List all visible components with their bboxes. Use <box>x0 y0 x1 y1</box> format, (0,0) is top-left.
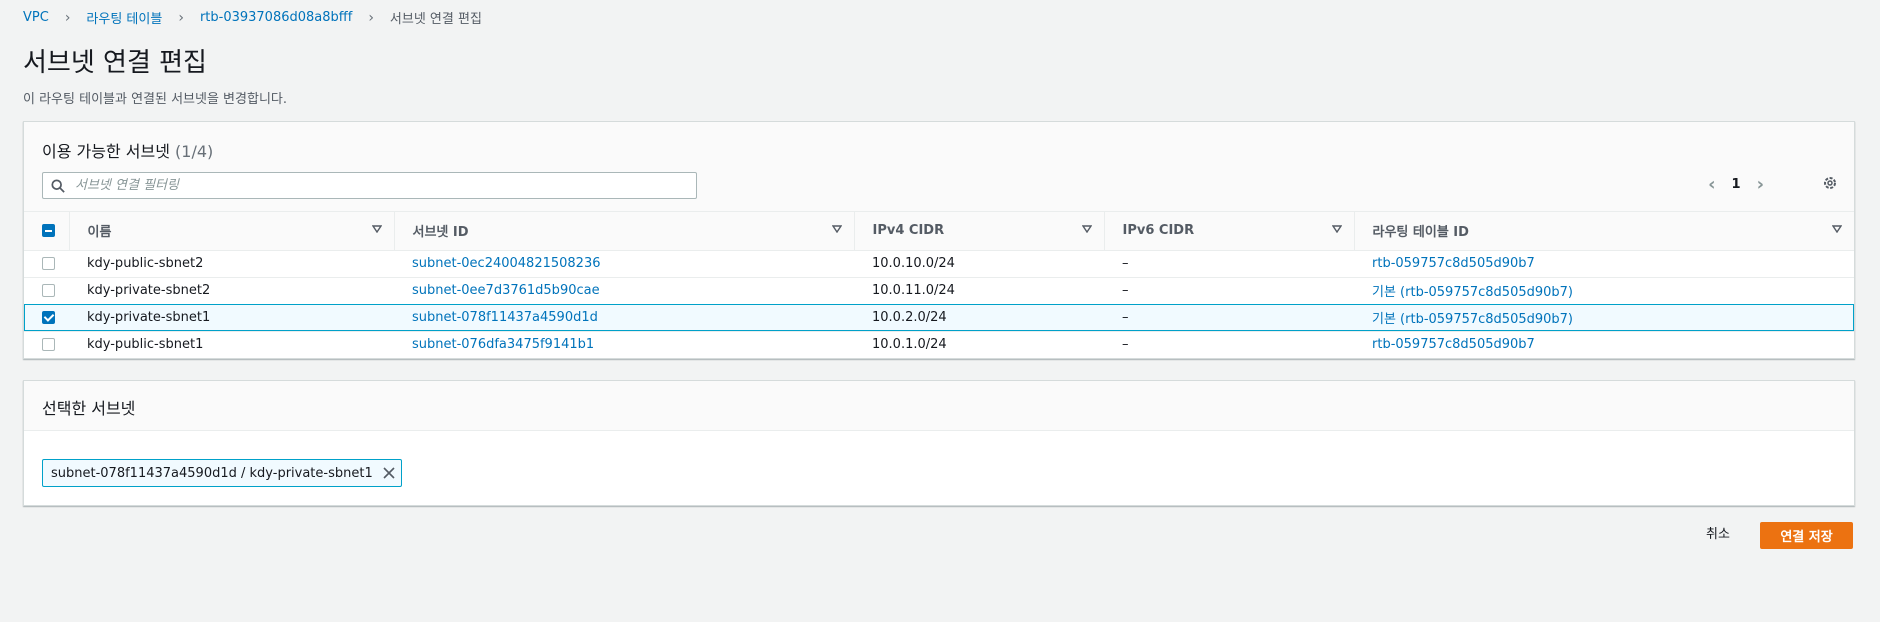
column-name[interactable]: 이름 <box>68 212 394 250</box>
save-associations-button[interactable]: 연결 저장 <box>1760 522 1853 549</box>
page-number[interactable]: 1 <box>1732 177 1741 192</box>
row-select-cell <box>24 277 69 304</box>
table-header-row: 이름 서브넷 ID IPv4 CIDR IPv6 CIDR 라우팅 테이블 ID <box>24 212 1854 250</box>
breadcrumb: VPC › 라우팅 테이블 › rtb-03937086d08a8bfff › … <box>23 8 482 28</box>
search-icon <box>51 178 65 193</box>
cell-subnet-id: subnet-076dfa3475f9141b1 <box>394 331 854 358</box>
cell-subnet-id: subnet-0ee7d3761d5b90cae <box>394 277 854 304</box>
column-subnet-id-label: 서브넷 ID <box>412 225 469 241</box>
sort-caret-icon[interactable] <box>1331 225 1342 233</box>
cell-ipv6: – <box>1122 337 1129 353</box>
row-checkbox[interactable] <box>42 338 55 352</box>
selected-subnets-title: 선택한 서브넷 <box>42 399 136 418</box>
breadcrumb-current: 서브넷 연결 편집 <box>389 12 482 27</box>
header-select-all[interactable] <box>24 212 69 250</box>
page-description: 이 라우팅 테이블과 연결된 서브넷을 변경합니다. <box>23 92 287 107</box>
pagination: ‹ 1 › <box>1708 174 1764 195</box>
row-checkbox[interactable] <box>42 311 55 324</box>
route-table-link[interactable]: rtb-059757c8d505d90b7 <box>1372 256 1535 271</box>
cell-route-table: rtb-059757c8d505d90b7 <box>1354 250 1854 277</box>
table-row[interactable]: kdy-private-sbnet2 subnet-0ee7d3761d5b90… <box>24 277 1854 304</box>
selected-subnet-token: subnet-078f11437a4590d1d / kdy-private-s… <box>42 459 402 487</box>
sort-caret-icon[interactable] <box>831 225 842 233</box>
cell-route-table: 기본 (rtb-059757c8d505d90b7) <box>1354 304 1854 331</box>
close-icon[interactable] <box>383 467 395 479</box>
cell-ipv4: 10.0.1.0/24 <box>872 337 947 353</box>
cell-ipv4: 10.0.11.0/24 <box>872 283 955 298</box>
cell-name: kdy-public-sbnet1 <box>87 337 204 353</box>
cell-ipv6: – <box>1122 310 1129 325</box>
sort-caret-icon[interactable] <box>1081 225 1092 233</box>
select-all-checkbox[interactable] <box>42 224 55 238</box>
available-subnets-header: 이용 가능한 서브넷 (1/4) ‹ 1 › <box>24 122 1854 212</box>
column-ipv4-label: IPv4 CIDR <box>872 223 945 239</box>
selected-subnets-panel: 선택한 서브넷 subnet-078f11437a4590d1d / kdy-p… <box>23 380 1855 506</box>
breadcrumb-route-table-id[interactable]: rtb-03937086d08a8bfff <box>200 10 352 25</box>
available-subnets-title: 이용 가능한 서브넷 (1/4) <box>42 138 213 162</box>
table-row[interactable]: kdy-public-sbnet2 subnet-0ec240048215082… <box>24 250 1854 277</box>
column-name-label: 이름 <box>87 225 112 241</box>
gear-icon[interactable] <box>1822 175 1838 191</box>
row-select-cell <box>24 250 69 277</box>
sort-caret-icon[interactable] <box>371 225 382 233</box>
chevron-right-icon: › <box>368 9 374 26</box>
column-ipv4-cidr[interactable]: IPv4 CIDR <box>853 212 1104 250</box>
cancel-button[interactable]: 취소 <box>1700 522 1736 543</box>
cell-ipv4: 10.0.10.0/24 <box>872 256 955 271</box>
cell-ipv4: 10.0.2.0/24 <box>872 310 947 325</box>
cell-route-table: rtb-059757c8d505d90b7 <box>1354 331 1854 358</box>
page-title: 서브넷 연결 편집 <box>23 48 207 78</box>
subnets-table: 이름 서브넷 ID IPv4 CIDR IPv6 CIDR 라우팅 테이블 ID <box>24 212 1854 358</box>
column-ipv6-cidr[interactable]: IPv6 CIDR <box>1103 212 1354 250</box>
available-subnets-panel: 이용 가능한 서브넷 (1/4) ‹ 1 › <box>23 121 1855 359</box>
column-route-table-id[interactable]: 라우팅 테이블 ID <box>1353 212 1854 250</box>
cell-subnet-id: subnet-078f11437a4590d1d <box>394 304 854 331</box>
chevron-left-icon[interactable]: ‹ <box>1708 174 1715 195</box>
row-checkbox[interactable] <box>42 257 55 270</box>
row-checkbox[interactable] <box>42 284 55 297</box>
table-row[interactable]: kdy-public-sbnet1 subnet-076dfa3475f9141… <box>24 331 1854 358</box>
route-table-link[interactable]: 기본 (rtb-059757c8d505d90b7) <box>1372 312 1573 327</box>
route-table-link[interactable]: 기본 (rtb-059757c8d505d90b7) <box>1372 285 1573 300</box>
selected-subnets-header: 선택한 서브넷 <box>24 381 1854 431</box>
row-select-cell <box>24 304 69 331</box>
row-select-cell <box>24 331 69 358</box>
subnet-id-link[interactable]: subnet-0ee7d3761d5b90cae <box>412 283 600 298</box>
available-subnets-title-text: 이용 가능한 서브넷 <box>42 142 170 161</box>
breadcrumb-vpc[interactable]: VPC <box>23 10 49 25</box>
cell-name: kdy-private-sbnet2 <box>87 283 211 298</box>
chevron-right-icon: › <box>64 9 71 26</box>
subnet-id-link[interactable]: subnet-0ec24004821508236 <box>412 256 601 271</box>
column-subnet-id[interactable]: 서브넷 ID <box>393 212 854 250</box>
cell-ipv6: – <box>1122 283 1129 298</box>
cell-ipv6: – <box>1122 256 1129 271</box>
table-row[interactable]: kdy-private-sbnet1 subnet-078f11437a4590… <box>24 304 1854 331</box>
subnet-id-link[interactable]: subnet-078f11437a4590d1d <box>412 310 598 325</box>
cell-name: kdy-public-sbnet2 <box>87 256 204 271</box>
search-box <box>42 172 697 199</box>
search-input[interactable] <box>73 177 673 194</box>
selected-subnet-token-label: subnet-078f11437a4590d1d / kdy-private-s… <box>51 465 373 481</box>
chevron-right-icon: › <box>178 9 184 26</box>
column-route-table-label: 라우팅 테이블 ID <box>1372 225 1469 241</box>
cell-name: kdy-private-sbnet1 <box>87 310 211 325</box>
cell-subnet-id: subnet-0ec24004821508236 <box>394 250 854 277</box>
cell-route-table: 기본 (rtb-059757c8d505d90b7) <box>1354 277 1854 304</box>
route-table-link[interactable]: rtb-059757c8d505d90b7 <box>1372 337 1535 352</box>
chevron-right-icon[interactable]: › <box>1757 174 1764 195</box>
column-ipv6-label: IPv6 CIDR <box>1122 223 1195 239</box>
sort-caret-icon[interactable] <box>1832 225 1842 233</box>
breadcrumb-route-tables[interactable]: 라우팅 테이블 <box>86 8 162 27</box>
available-subnets-count: (1/4) <box>175 142 214 161</box>
subnet-id-link[interactable]: subnet-076dfa3475f9141b1 <box>412 337 594 352</box>
